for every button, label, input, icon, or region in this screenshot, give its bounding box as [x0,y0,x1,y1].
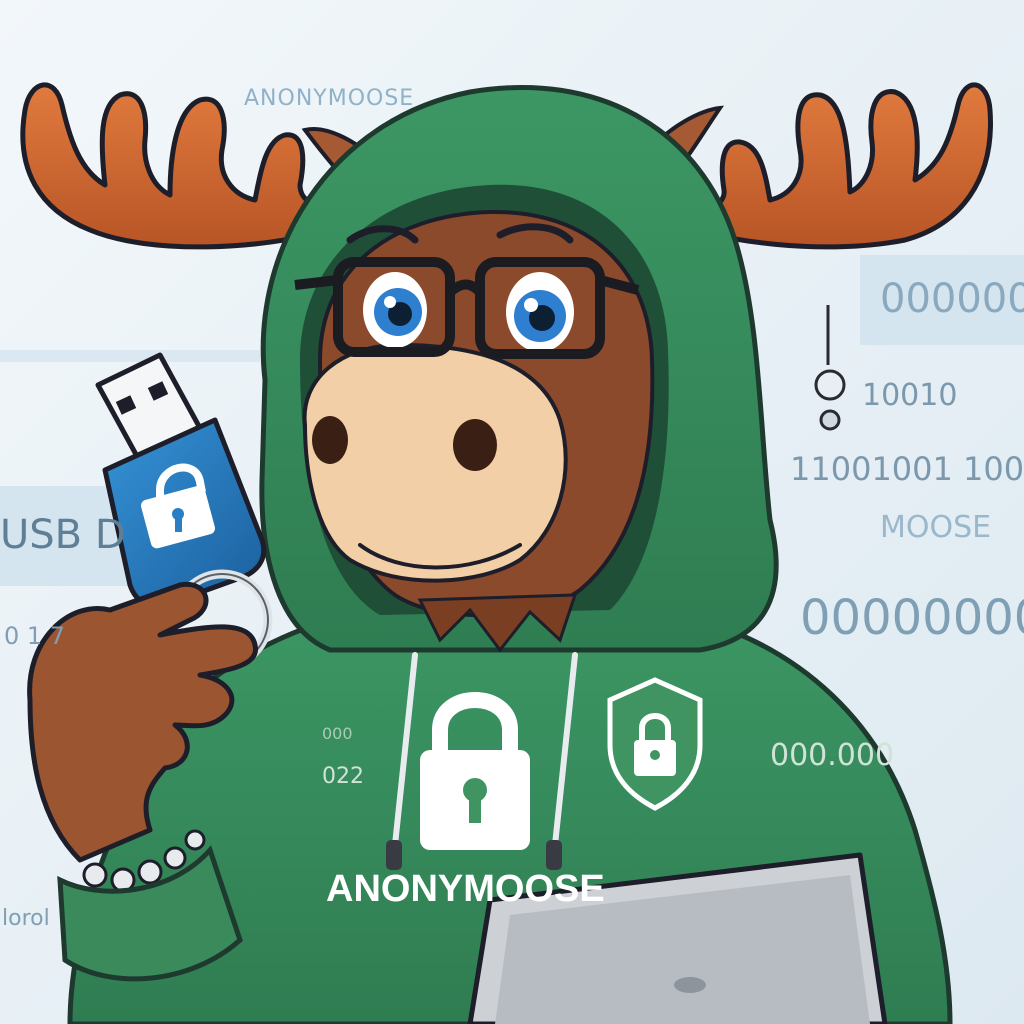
bg-left-digits: 0 1 7 [4,622,66,650]
bg-moose-right: MOOSE [880,510,992,545]
bg-strip [0,350,260,362]
drawstring-tip-left [386,840,402,870]
bg-header-word: ANONYMOOSE [244,86,415,111]
hoodie-print-text: ANONYMOOSE [326,868,605,910]
drawstring-tip-right [546,840,562,870]
bg-binary-right-3: 11001001 100 [790,450,1024,488]
bg-binary-right-2: 10010 [862,378,958,413]
bg-zeros-right: 00000000 [800,590,1024,646]
right-eye [506,272,574,352]
hoodie-small-text: 022 [322,764,364,789]
muzzle [302,342,568,583]
left-nostril [312,416,348,464]
bg-left-label: USB D [0,512,126,558]
hoodie-small-text-2: 000 [322,724,353,743]
bg-sleeve-text: lorol [2,906,50,931]
bg-binary-right-1: 000000 [880,276,1024,322]
left-eye [363,272,427,348]
bg-dots-right: 000.000 [770,738,895,773]
right-nostril [453,419,497,471]
